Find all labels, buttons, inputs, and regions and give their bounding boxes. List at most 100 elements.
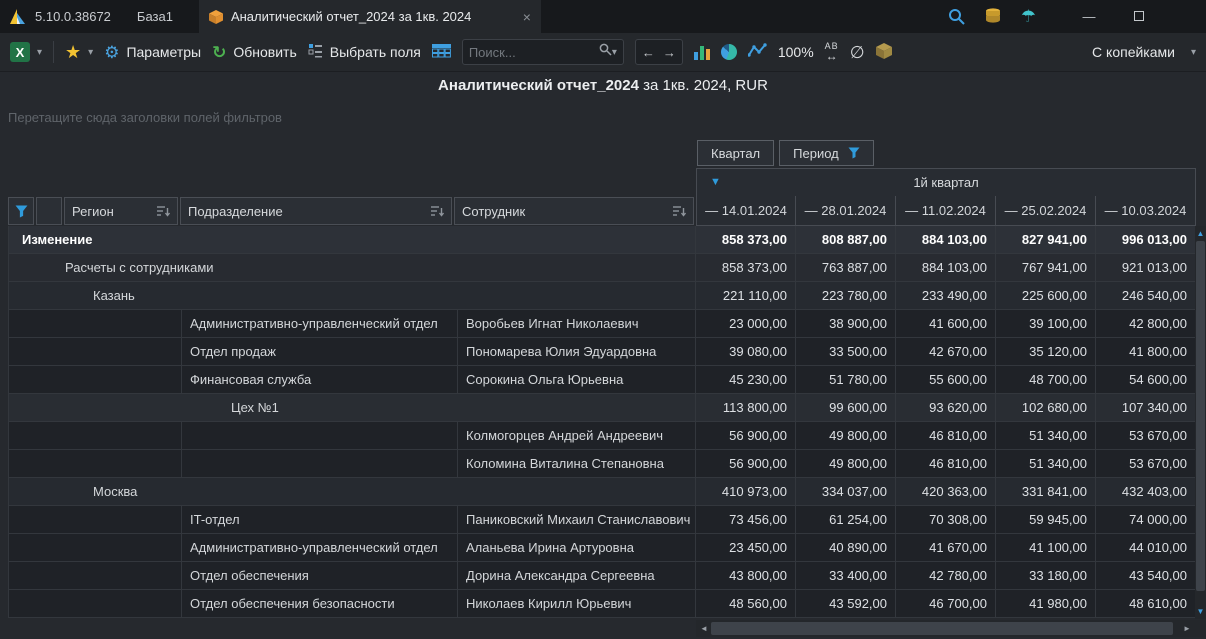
umbrella-icon[interactable]: ☂ xyxy=(1021,8,1036,25)
refresh-button[interactable]: ↻ Обновить xyxy=(212,44,297,61)
department-cell[interactable]: Отдел продаж xyxy=(182,338,458,366)
row-header-spacer[interactable] xyxy=(36,197,62,225)
value-cell[interactable]: 49 800,00 xyxy=(796,422,896,450)
value-cell[interactable]: 61 254,00 xyxy=(796,506,896,534)
row-indent-cell[interactable] xyxy=(8,562,182,590)
report-tab[interactable]: Аналитический отчет_2024 за 1кв. 2024 × xyxy=(199,0,541,33)
value-cell[interactable]: 39 100,00 xyxy=(996,310,1096,338)
column-header-date[interactable]: — 25.02.2024 xyxy=(996,196,1096,226)
value-cell[interactable]: 48 560,00 xyxy=(696,590,796,618)
vertical-scrollbar-thumb[interactable] xyxy=(1196,241,1205,591)
parameters-button[interactable]: ⚙ Параметры xyxy=(104,44,201,61)
row-indent-cell[interactable] xyxy=(8,338,182,366)
employee-cell[interactable]: Сорокина Ольга Юрьевна xyxy=(458,366,696,394)
row-indent-cell[interactable] xyxy=(8,590,182,618)
employee-cell[interactable]: Аланьева Ирина Артуровна xyxy=(458,534,696,562)
column-header-date[interactable]: — 10.03.2024 xyxy=(1096,196,1196,226)
value-cell[interactable]: 858 373,00 xyxy=(696,226,796,254)
field-quarter[interactable]: Квартал xyxy=(697,140,774,166)
value-cell[interactable]: 45 230,00 xyxy=(696,366,796,394)
employee-cell[interactable]: Дорина Александра Сергеевна xyxy=(458,562,696,590)
value-cell[interactable]: 33 400,00 xyxy=(796,562,896,590)
value-cell[interactable]: 331 841,00 xyxy=(996,478,1096,506)
scroll-left-icon[interactable]: ◄ xyxy=(697,620,711,637)
kopecks-selector[interactable]: С копейками xyxy=(1092,44,1175,60)
field-period[interactable]: Период xyxy=(779,140,874,166)
empty-values-button[interactable]: ∅ xyxy=(850,44,865,61)
row-label-cell[interactable]: Москва xyxy=(8,478,696,506)
pie-chart-button[interactable] xyxy=(721,44,737,60)
value-cell[interactable]: 763 887,00 xyxy=(796,254,896,282)
column-header-region[interactable]: Регион xyxy=(64,197,178,225)
favorites-caret-icon[interactable]: ▾ xyxy=(88,47,93,58)
value-cell[interactable]: 42 670,00 xyxy=(896,338,996,366)
value-cell[interactable]: 41 100,00 xyxy=(996,534,1096,562)
value-cell[interactable]: 221 110,00 xyxy=(696,282,796,310)
value-cell[interactable]: 233 490,00 xyxy=(896,282,996,310)
value-cell[interactable]: 59 945,00 xyxy=(996,506,1096,534)
value-cell[interactable]: 56 900,00 xyxy=(696,450,796,478)
value-cell[interactable]: 39 080,00 xyxy=(696,338,796,366)
department-cell[interactable] xyxy=(182,450,458,478)
kopecks-caret-icon[interactable]: ▾ xyxy=(1191,47,1196,58)
vertical-scrollbar[interactable]: ▲ ▼ xyxy=(1195,226,1206,619)
filter-funnel-icon[interactable] xyxy=(848,147,860,159)
value-cell[interactable]: 884 103,00 xyxy=(896,254,996,282)
value-cell[interactable]: 767 941,00 xyxy=(996,254,1096,282)
column-header-date[interactable]: — 11.02.2024 xyxy=(896,196,996,226)
row-label-cell[interactable]: Казань xyxy=(8,282,696,310)
value-cell[interactable]: 42 780,00 xyxy=(896,562,996,590)
value-cell[interactable]: 74 000,00 xyxy=(1096,506,1196,534)
column-header-date[interactable]: — 28.01.2024 xyxy=(796,196,896,226)
value-cell[interactable]: 56 900,00 xyxy=(696,422,796,450)
tab-close-icon[interactable]: × xyxy=(523,10,531,24)
search-input[interactable] xyxy=(469,45,599,60)
value-cell[interactable]: 93 620,00 xyxy=(896,394,996,422)
value-cell[interactable]: 33 500,00 xyxy=(796,338,896,366)
value-cell[interactable]: 884 103,00 xyxy=(896,226,996,254)
value-cell[interactable]: 54 600,00 xyxy=(1096,366,1196,394)
value-cell[interactable]: 996 013,00 xyxy=(1096,226,1196,254)
value-cell[interactable]: 99 600,00 xyxy=(796,394,896,422)
value-cell[interactable]: 43 800,00 xyxy=(696,562,796,590)
value-cell[interactable]: 43 540,00 xyxy=(1096,562,1196,590)
value-cell[interactable]: 858 373,00 xyxy=(696,254,796,282)
maximize-button[interactable] xyxy=(1124,9,1154,24)
global-search-icon[interactable] xyxy=(948,8,965,25)
value-cell[interactable]: 44 010,00 xyxy=(1096,534,1196,562)
department-cell[interactable]: Административно-управленческий отдел xyxy=(182,310,458,338)
column-header-date[interactable]: — 14.01.2024 xyxy=(696,196,796,226)
value-cell[interactable]: 43 592,00 xyxy=(796,590,896,618)
department-cell[interactable]: IT-отдел xyxy=(182,506,458,534)
department-cell[interactable]: Финансовая служба xyxy=(182,366,458,394)
value-cell[interactable]: 23 000,00 xyxy=(696,310,796,338)
value-cell[interactable]: 432 403,00 xyxy=(1096,478,1196,506)
search-options-caret-icon[interactable]: ▾ xyxy=(612,47,617,58)
row-indent-cell[interactable] xyxy=(8,506,182,534)
prev-result-icon[interactable]: ← xyxy=(642,45,655,60)
value-cell[interactable]: 53 670,00 xyxy=(1096,450,1196,478)
employee-cell[interactable]: Николаев Кирилл Юрьевич xyxy=(458,590,696,618)
value-cell[interactable]: 48 610,00 xyxy=(1096,590,1196,618)
value-cell[interactable]: 40 890,00 xyxy=(796,534,896,562)
value-cell[interactable]: 246 540,00 xyxy=(1096,282,1196,310)
employee-cell[interactable]: Колмогорцев Андрей Андреевич xyxy=(458,422,696,450)
value-cell[interactable]: 102 680,00 xyxy=(996,394,1096,422)
rows-filter-button[interactable] xyxy=(8,197,34,225)
employee-cell[interactable]: Воробьев Игнат Николаевич xyxy=(458,310,696,338)
table-view-button[interactable] xyxy=(432,44,451,61)
next-result-icon[interactable]: → xyxy=(663,45,676,60)
row-label-cell[interactable]: Изменение xyxy=(8,226,696,254)
value-cell[interactable]: 49 800,00 xyxy=(796,450,896,478)
row-indent-cell[interactable] xyxy=(8,366,182,394)
value-cell[interactable]: 23 450,00 xyxy=(696,534,796,562)
value-cell[interactable]: 41 600,00 xyxy=(896,310,996,338)
bar-chart-button[interactable] xyxy=(694,44,710,60)
value-cell[interactable]: 42 800,00 xyxy=(1096,310,1196,338)
value-cell[interactable]: 808 887,00 xyxy=(796,226,896,254)
value-cell[interactable]: 48 700,00 xyxy=(996,366,1096,394)
value-cell[interactable]: 55 600,00 xyxy=(896,366,996,394)
value-cell[interactable]: 113 800,00 xyxy=(696,394,796,422)
row-indent-cell[interactable] xyxy=(8,450,182,478)
row-indent-cell[interactable] xyxy=(8,310,182,338)
